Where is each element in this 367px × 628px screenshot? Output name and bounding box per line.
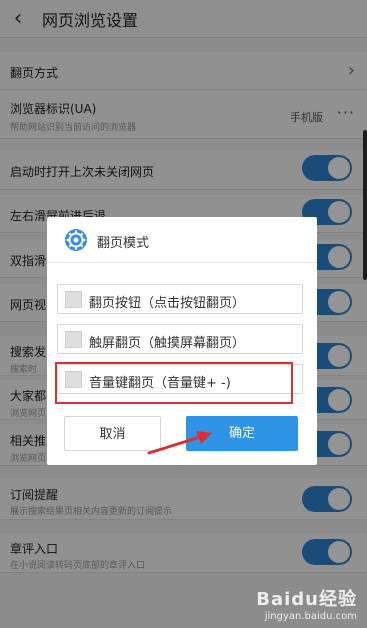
annotation-highlight-box <box>55 362 293 404</box>
checkbox[interactable] <box>65 331 82 348</box>
option-touch-turn[interactable]: 触屏翻页（触摸屏幕翻页） <box>57 324 303 354</box>
option-button-turn[interactable]: 翻页按钮（点击按钮翻页） <box>57 284 303 314</box>
annotation-arrow-icon <box>147 431 212 455</box>
watermark-url: jingyan.baidu.com <box>264 611 357 622</box>
watermark: Baidu经验 jingyan.baidu.com <box>256 585 357 622</box>
checkbox[interactable] <box>65 291 82 308</box>
dialog-title: 翻页模式 <box>97 236 150 251</box>
option-label: 翻页按钮（点击按钮翻页） <box>89 296 246 311</box>
watermark-logo: Baidu经验 <box>256 589 357 610</box>
option-label: 触屏翻页（触摸屏幕翻页） <box>89 336 246 351</box>
gear-icon <box>65 229 87 251</box>
dialog-header: 翻页模式 <box>47 217 317 263</box>
